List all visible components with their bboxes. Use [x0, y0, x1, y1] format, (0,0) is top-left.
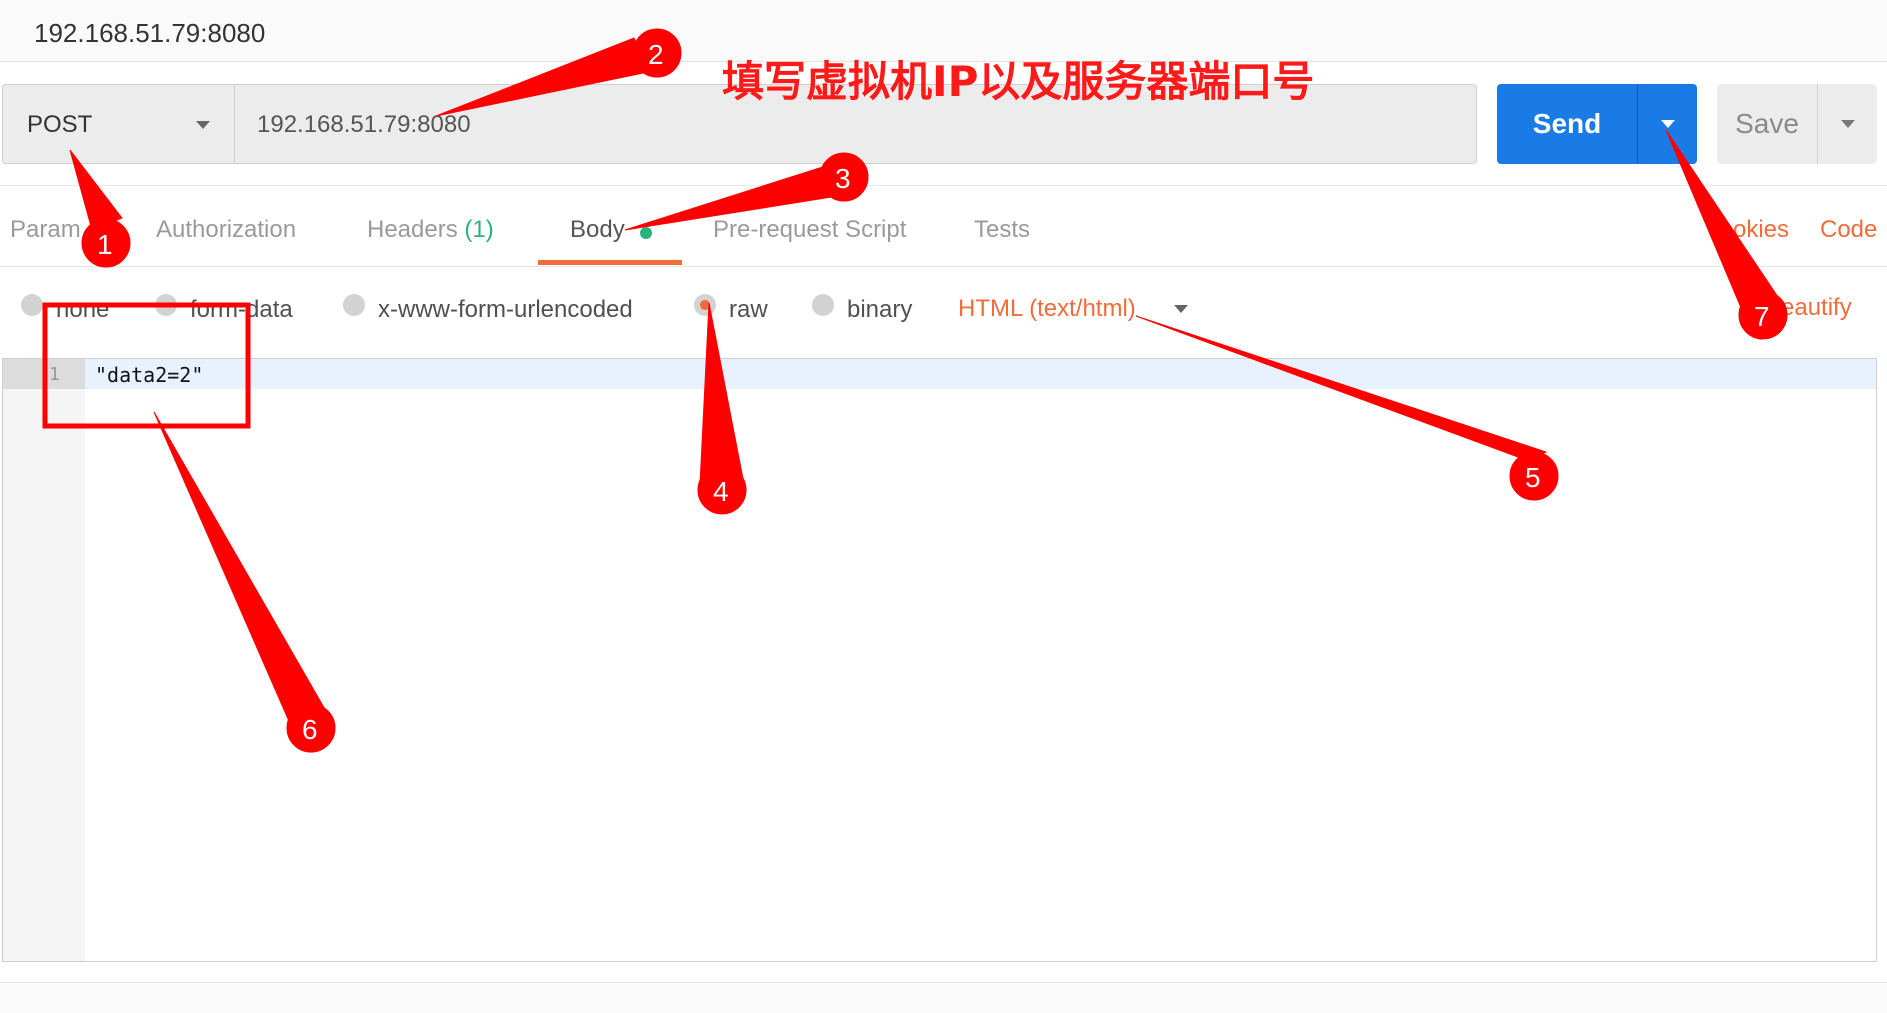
radio-raw[interactable] — [694, 294, 716, 316]
radio-binary-label: binary — [847, 296, 913, 323]
tab-params[interactable]: Param — [10, 216, 81, 244]
callout-7-number: 7 — [1754, 301, 1770, 332]
callout-7-circle — [1738, 290, 1788, 340]
tab-pre-request-script[interactable]: Pre-request Script — [713, 216, 906, 244]
active-tab-underline — [538, 260, 682, 265]
send-options-button[interactable] — [1637, 84, 1697, 164]
radio-form-data-label: form-data — [190, 296, 293, 323]
line-number: 1 — [49, 364, 60, 385]
chevron-down-icon[interactable] — [1174, 305, 1188, 313]
request-tabs: Param Authorization Headers (1) Body Pre… — [0, 185, 1887, 267]
chevron-down-icon — [196, 121, 210, 129]
response-bar — [0, 982, 1887, 1013]
request-tab-bar: 192.168.51.79:8080 — [0, 0, 1887, 62]
radio-form-data[interactable] — [155, 294, 177, 316]
tab-headers-label: Headers — [367, 216, 458, 243]
content-type-select[interactable]: HTML (text/html) — [958, 295, 1136, 323]
headers-count-badge: (1) — [464, 216, 494, 243]
method-value: POST — [27, 111, 93, 138]
code-link[interactable]: Code — [1820, 216, 1877, 244]
save-options-button[interactable] — [1817, 84, 1877, 164]
active-line-highlight — [85, 359, 1876, 389]
url-input[interactable]: 192.168.51.79:8080 — [234, 84, 1477, 164]
code-line[interactable]: "data2=2" — [95, 363, 203, 387]
chevron-down-icon — [1841, 120, 1855, 128]
active-line-number-bg — [3, 359, 85, 389]
radio-urlencoded[interactable] — [343, 294, 365, 316]
url-value: 192.168.51.79:8080 — [257, 111, 471, 138]
cookies-link[interactable]: okies — [1733, 216, 1789, 244]
body-editor[interactable]: 1 "data2=2" — [2, 358, 1877, 962]
save-button[interactable]: Save — [1717, 84, 1817, 164]
radio-binary[interactable] — [812, 294, 834, 316]
request-tab-title[interactable]: 192.168.51.79:8080 — [34, 18, 265, 49]
radio-urlencoded-label: x-www-form-urlencoded — [378, 296, 633, 323]
line-gutter: 1 — [3, 359, 85, 961]
tab-headers[interactable]: Headers (1) — [367, 216, 494, 244]
beautify-link[interactable]: eautify — [1781, 294, 1852, 322]
method-select[interactable]: POST — [2, 84, 234, 164]
chevron-down-icon — [1661, 120, 1675, 128]
send-button[interactable]: Send — [1497, 84, 1637, 164]
radio-raw-label: raw — [729, 296, 768, 323]
tab-body[interactable]: Body — [570, 216, 625, 244]
tab-authorization[interactable]: Authorization — [156, 216, 296, 244]
radio-none[interactable] — [21, 294, 43, 316]
tab-tests[interactable]: Tests — [974, 216, 1030, 244]
radio-none-label: none — [56, 296, 110, 323]
body-indicator-dot — [640, 227, 652, 239]
